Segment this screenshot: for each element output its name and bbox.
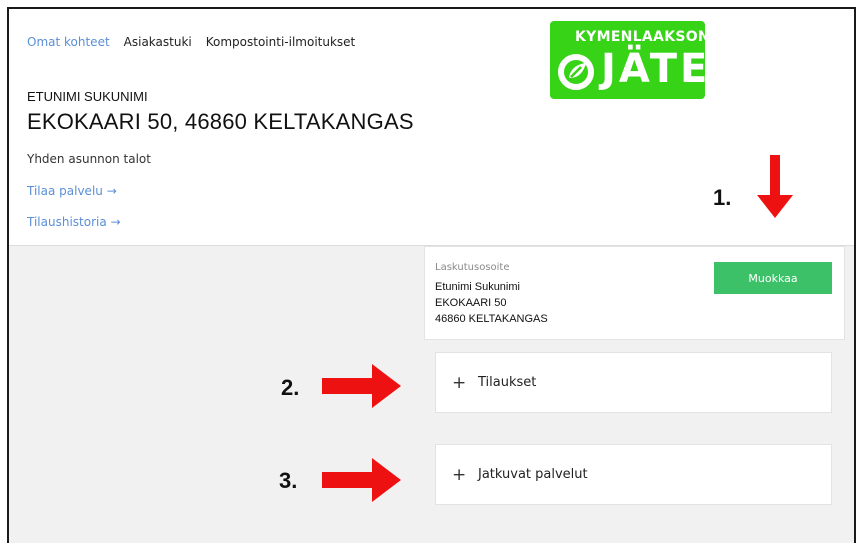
nav-item-omat-kohteet[interactable]: Omat kohteet bbox=[27, 35, 110, 49]
billing-address-label: Laskutusosoite bbox=[435, 262, 510, 273]
annotation-arrow-right-icon bbox=[322, 458, 401, 502]
property-type: Yhden asunnon talot bbox=[27, 152, 151, 166]
nav-item-asiakastuki[interactable]: Asiakastuki bbox=[124, 35, 192, 49]
plus-icon: + bbox=[452, 464, 467, 485]
annotation-arrow-down-icon bbox=[757, 155, 793, 218]
annotation-number-1: 1. bbox=[713, 185, 732, 210]
plus-icon: + bbox=[452, 372, 467, 393]
logo-word: JÄTE bbox=[601, 46, 705, 92]
logo-top-text: KYMENLAAKSON bbox=[575, 29, 705, 45]
annotation-arrow-right-icon bbox=[322, 364, 401, 408]
order-service-link[interactable]: Tilaa palvelu → bbox=[27, 184, 117, 198]
customer-name: ETUNIMI SUKUNIMI bbox=[27, 89, 148, 104]
annotation-number-2: 2. bbox=[281, 375, 300, 400]
logo-leaf-icon bbox=[558, 54, 594, 90]
property-address: EKOKAARI 50, 46860 KELTAKANGAS bbox=[27, 109, 414, 134]
top-nav: Omat kohteet Asiakastuki Kompostointi-il… bbox=[27, 35, 355, 49]
billing-street: EKOKAARI 50 bbox=[435, 297, 507, 309]
order-history-link[interactable]: Tilaushistoria → bbox=[27, 215, 121, 229]
nav-item-kompostointi[interactable]: Kompostointi-ilmoitukset bbox=[206, 35, 356, 49]
orders-accordion[interactable]: + Tilaukset bbox=[435, 352, 832, 413]
kymenlaakson-jate-logo: KYMENLAAKSON JÄTE bbox=[550, 21, 705, 99]
orders-accordion-label: Tilaukset bbox=[478, 375, 537, 390]
edit-billing-button[interactable]: Muokkaa bbox=[714, 262, 832, 294]
billing-name: Etunimi Sukunimi bbox=[435, 281, 520, 293]
continuous-services-accordion[interactable]: + Jatkuvat palvelut bbox=[435, 444, 832, 505]
continuous-services-label: Jatkuvat palvelut bbox=[478, 467, 588, 482]
app-frame: Omat kohteet Asiakastuki Kompostointi-il… bbox=[7, 7, 856, 543]
annotation-number-3: 3. bbox=[279, 468, 298, 493]
billing-postal: 46860 KELTAKANGAS bbox=[435, 313, 548, 325]
billing-address-card: Laskutusosoite Etunimi Sukunimi EKOKAARI… bbox=[424, 246, 845, 340]
